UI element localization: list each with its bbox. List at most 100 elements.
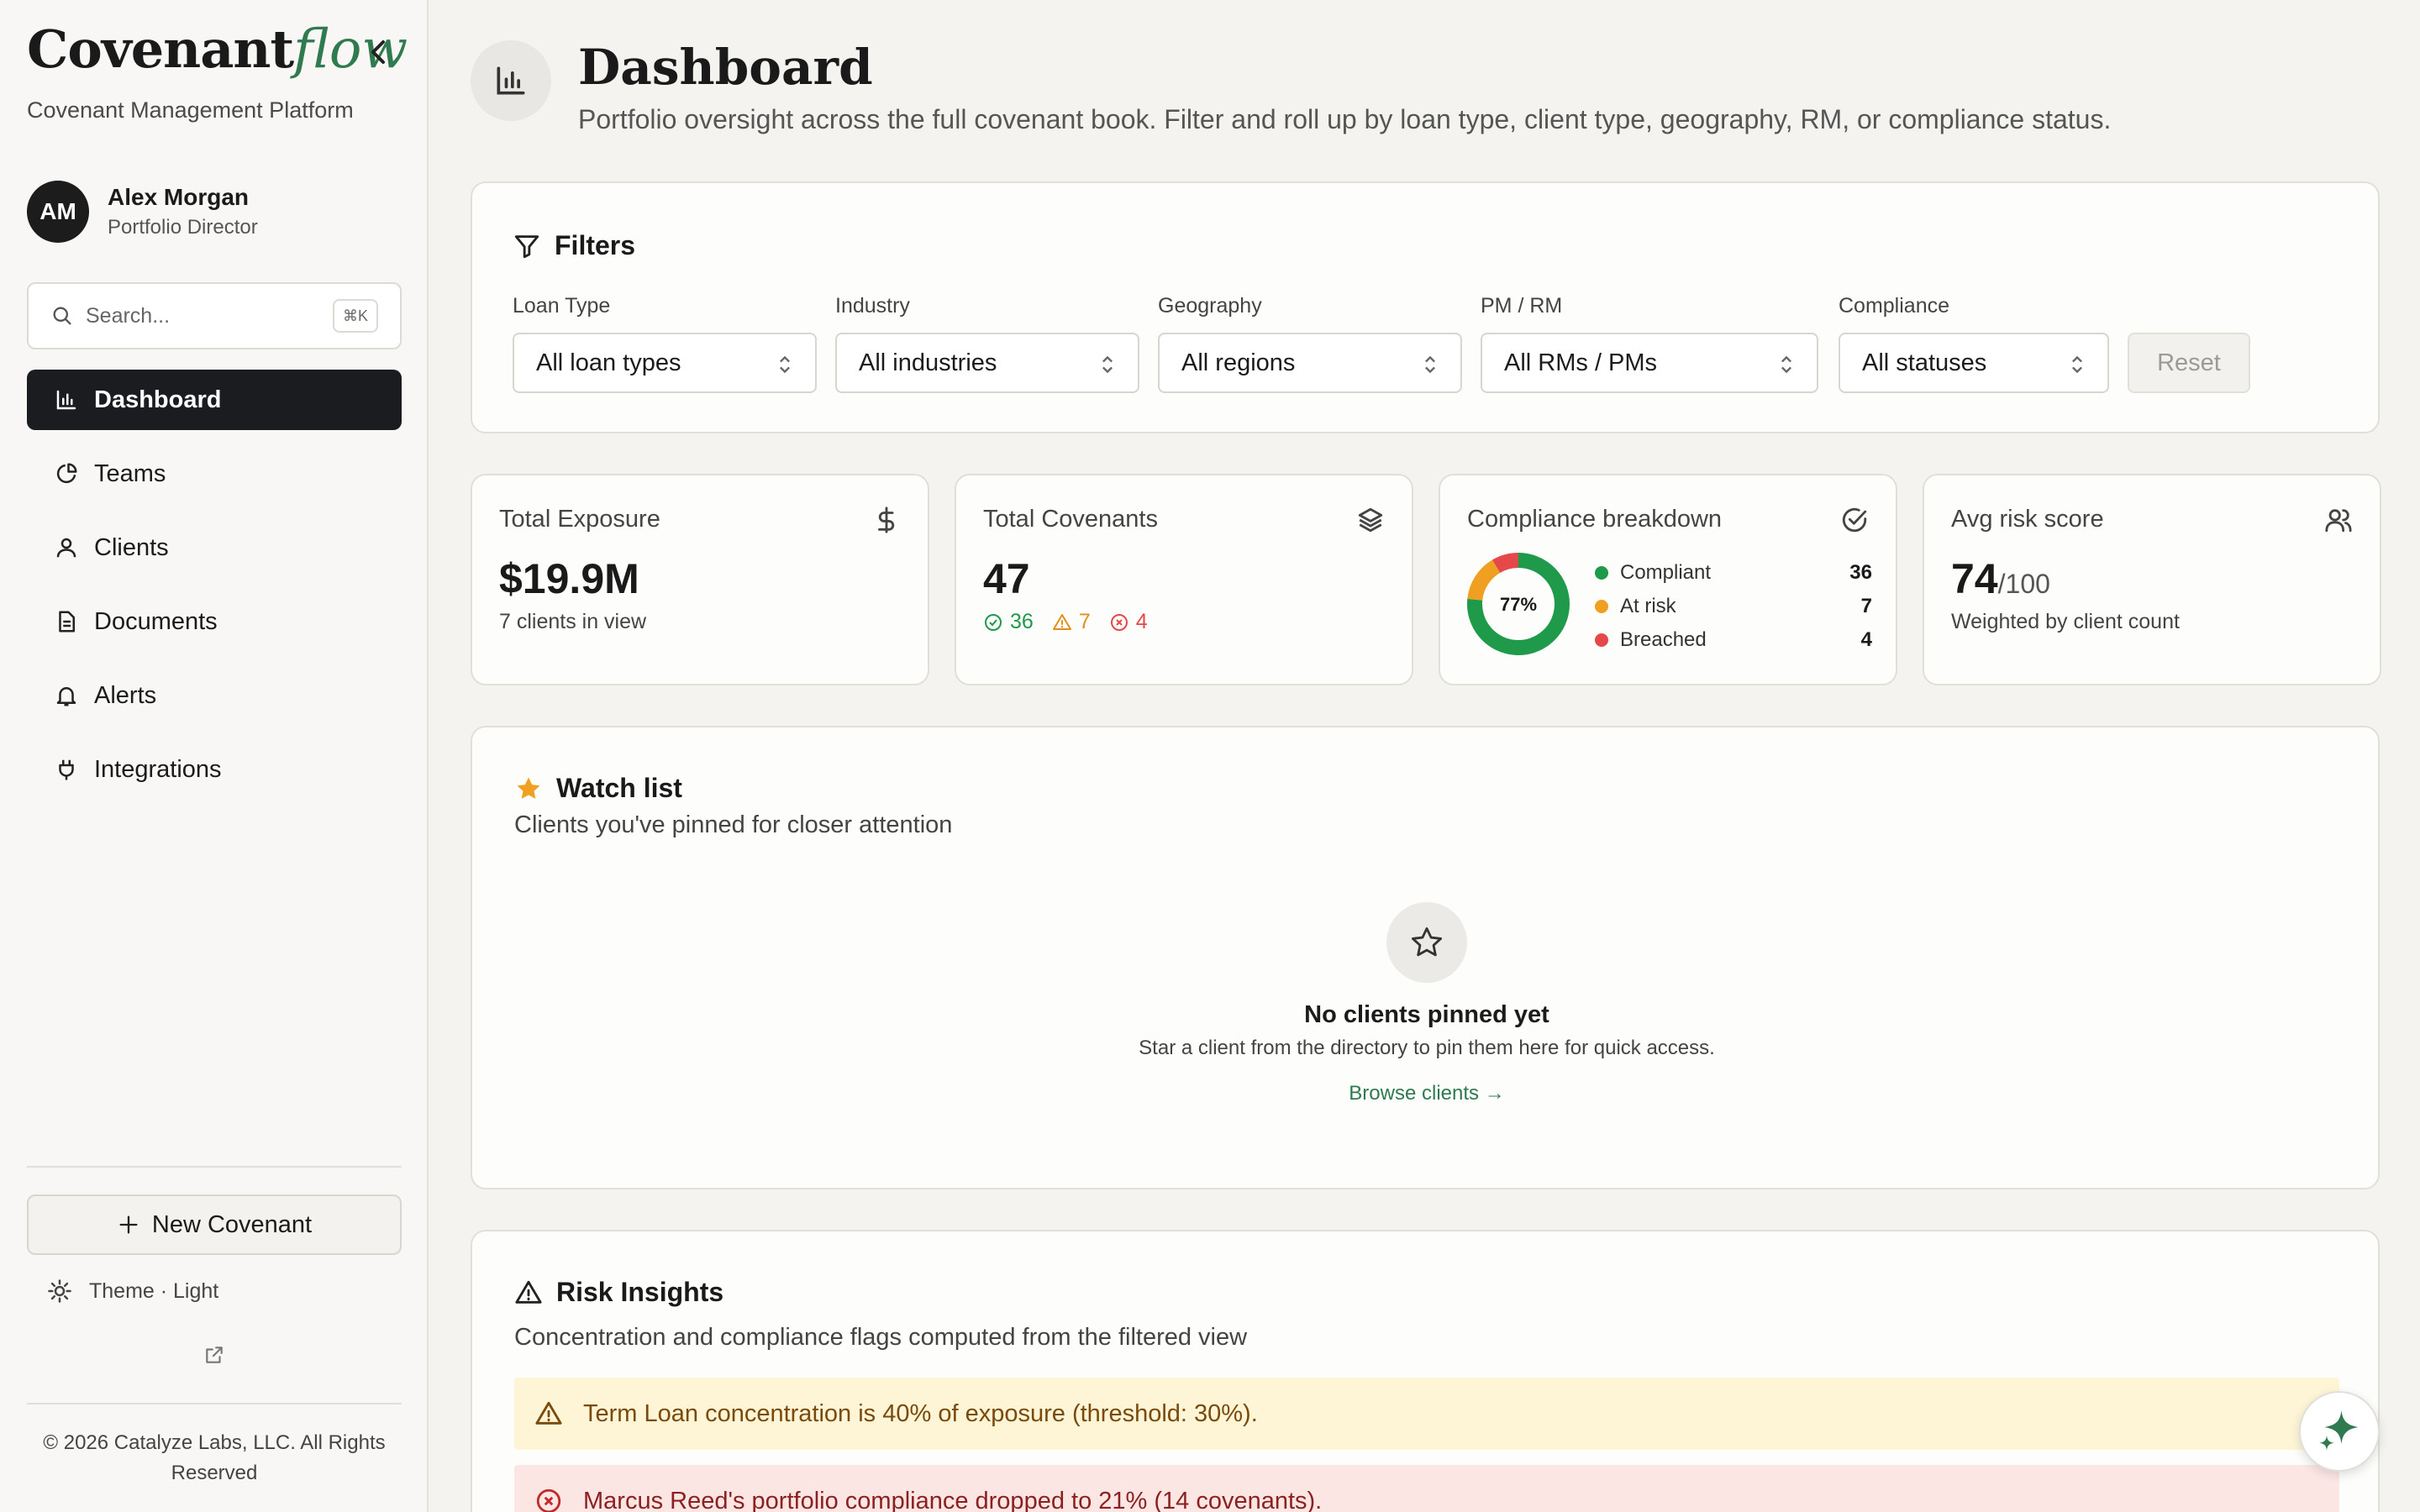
watch-list-header: Watch list	[514, 773, 682, 804]
risk-score-value: 74	[1951, 555, 1998, 602]
stat-note: Weighted by client count	[1951, 610, 2180, 633]
browse-clients-label[interactable]: Browse clients →	[1349, 1082, 1504, 1105]
pie-chart-icon	[56, 463, 77, 484]
x-circle-icon	[536, 1488, 561, 1512]
filters-title: Filters	[555, 230, 636, 260]
alert-text: Term Loan concentration is 40% of exposu…	[583, 1399, 1258, 1427]
search-input[interactable]: Search... ⌘K	[27, 282, 402, 349]
covenant-status-counts: 36 7 4	[983, 610, 1166, 634]
bar-chart-icon	[497, 66, 525, 95]
user-icon	[56, 538, 76, 558]
compliance-select[interactable]: All statuses	[1839, 333, 2109, 393]
select-value: All loan types	[536, 349, 681, 376]
pm-rm-select[interactable]: All RMs / PMs	[1481, 333, 1818, 393]
sidebar-item-label: Integrations	[94, 755, 222, 783]
sidebar-item-integrations[interactable]: Integrations	[27, 739, 402, 800]
risk-alert-warning: Term Loan concentration is 40% of exposu…	[514, 1378, 2339, 1450]
divider	[27, 1166, 402, 1168]
filter-label-pm-rm: PM / RM	[1481, 294, 1563, 318]
reset-button[interactable]: Reset	[2128, 333, 2250, 393]
star-filled-icon	[517, 777, 540, 799]
star-icon	[1411, 927, 1443, 957]
warning-icon	[535, 1401, 562, 1425]
avatar: AM	[27, 181, 89, 243]
donut-slice-breached	[1491, 553, 1519, 574]
risk-insights-subtitle: Concentration and compliance flags compu…	[514, 1324, 1248, 1351]
sidebar-item-clients[interactable]: Clients	[27, 517, 402, 578]
stat-label: Avg risk score	[1951, 506, 2104, 533]
stat-label: Compliance breakdown	[1467, 506, 1723, 533]
breached-value: 4	[1135, 610, 1148, 633]
stat-label: Total Covenants	[983, 506, 1158, 533]
filter-icon	[514, 234, 539, 258]
brand-name: Covenant	[27, 18, 294, 80]
loan-type-select[interactable]: All loan types	[513, 333, 817, 393]
filter-label-geography: Geography	[1158, 294, 1262, 318]
filter-label-industry: Industry	[835, 294, 910, 318]
watch-list-card: Watch list Clients you've pinned for clo…	[471, 726, 2380, 1189]
total-exposure-card: Total Exposure $19.9M 7 clients in view	[471, 474, 929, 685]
page-title: Dashboard	[578, 39, 873, 96]
at-risk-count: 7	[1052, 610, 1091, 634]
industry-select[interactable]: All industries	[835, 333, 1139, 393]
empty-state-subtitle: Star a client from the directory to pin …	[1139, 1037, 1715, 1059]
plug-icon	[59, 759, 74, 780]
sidebar-item-documents[interactable]: Documents	[27, 591, 402, 652]
donut-slice-at-risk	[1467, 559, 1501, 601]
sidebar-item-alerts[interactable]: Alerts	[27, 665, 402, 726]
compliance-breakdown-card: Compliance breakdown 77% Compliant 36 At…	[1439, 474, 1897, 685]
document-icon	[59, 611, 75, 633]
legend-dot	[1595, 600, 1608, 613]
new-covenant-label: New Covenant	[151, 1210, 313, 1238]
theme-toggle[interactable]: Theme · Light	[47, 1278, 218, 1304]
geography-select[interactable]: All regions	[1158, 333, 1462, 393]
dollar-icon	[878, 507, 895, 533]
page-icon	[471, 40, 551, 121]
risk-insights-header: Risk Insights	[514, 1277, 723, 1308]
stat-value: 47	[983, 555, 1030, 602]
brand-accent: flow	[293, 18, 408, 81]
legend-label: Breached	[1620, 628, 1707, 651]
sidebar-item-label: Teams	[94, 459, 166, 487]
check-circle-icon	[985, 613, 1002, 631]
plus-icon	[119, 1215, 138, 1234]
sidebar-item-dashboard[interactable]: Dashboard	[27, 370, 402, 430]
browse-clients-link[interactable]: Browse clients →	[472, 1082, 2381, 1105]
sidebar-item-label: Documents	[94, 607, 218, 635]
filter-label-loan-type: Loan Type	[513, 294, 611, 318]
sidebar-item-teams[interactable]: Teams	[27, 444, 402, 504]
chevron-updown-icon	[2072, 355, 2082, 374]
chevron-updown-icon	[1102, 355, 1113, 374]
filters-header: Filters	[513, 230, 635, 261]
risk-alert-error: Marcus Reed's portfolio compliance dropp…	[514, 1465, 2339, 1512]
user-profile[interactable]: AM Alex Morgan Portfolio Director	[27, 181, 258, 243]
brand-logo[interactable]: Covenant flow	[27, 18, 408, 81]
chevron-left-icon[interactable]	[366, 37, 390, 67]
stat-label: Total Exposure	[499, 506, 660, 533]
select-value: All industries	[859, 349, 997, 376]
layers-icon	[1358, 507, 1383, 533]
legend-value: 4	[1860, 628, 1872, 651]
legend-dot	[1595, 633, 1608, 647]
compliant-count: 36	[983, 610, 1034, 634]
external-link-icon[interactable]	[203, 1344, 225, 1366]
at-risk-value: 7	[1078, 610, 1091, 633]
x-circle-icon	[1110, 613, 1128, 631]
legend-dot	[1595, 566, 1608, 580]
bar-chart-icon	[56, 390, 76, 410]
legend-label: At risk	[1620, 595, 1676, 617]
breached-count: 4	[1109, 610, 1148, 634]
bell-icon	[56, 687, 76, 706]
watch-list-subtitle: Clients you've pinned for closer attenti…	[514, 811, 953, 838]
warning-icon	[1052, 613, 1071, 630]
risk-insights-card: Risk Insights Concentration and complian…	[471, 1230, 2380, 1512]
legend-value: 7	[1860, 595, 1872, 617]
new-covenant-button[interactable]: New Covenant	[27, 1194, 402, 1255]
chevron-updown-icon	[780, 355, 790, 374]
total-covenants-card: Total Covenants 47 36 7 4	[955, 474, 1413, 685]
legend-value: 36	[1849, 561, 1872, 584]
avg-risk-score-card: Avg risk score 74/100 Weighted by client…	[1923, 474, 2381, 685]
sun-icon	[48, 1279, 71, 1303]
ai-assistant-button[interactable]	[2299, 1391, 2380, 1472]
divider	[27, 1403, 402, 1404]
